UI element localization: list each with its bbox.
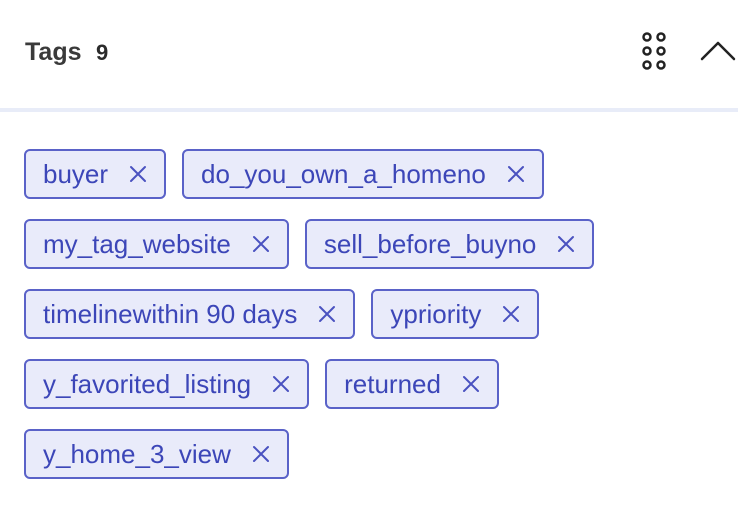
tag-chip: do_you_own_a_homeno (182, 149, 544, 199)
tag-row: buyer do_you_own_a_homeno (24, 147, 724, 201)
close-icon[interactable] (556, 234, 576, 254)
tag-chip: returned (325, 359, 499, 409)
tag-chip: sell_before_buyno (304, 219, 595, 269)
tag-row: timelinewithin 90 days ypriority (24, 287, 724, 341)
close-icon[interactable] (128, 164, 148, 184)
tags-panel-header: Tags 9 (0, 0, 738, 112)
close-icon[interactable] (251, 234, 271, 254)
tag-chip: my_tag_website (24, 219, 289, 269)
tag-chip: ypriority (371, 289, 540, 339)
tag-label: timelinewithin 90 days (43, 299, 298, 329)
tag-label: my_tag_website (43, 229, 231, 259)
tag-chip: timelinewithin 90 days (24, 289, 356, 339)
close-icon[interactable] (317, 304, 337, 324)
tag-row: y_favorited_listing returned (24, 357, 724, 411)
close-icon[interactable] (271, 374, 291, 394)
tag-label: returned (344, 369, 441, 399)
panel-title: Tags (25, 38, 82, 66)
tag-label: ypriority (390, 299, 482, 329)
tag-row: my_tag_website sell_before_buyno (24, 217, 724, 271)
tag-count: 9 (96, 40, 109, 65)
tag-chip: y_favorited_listing (24, 359, 310, 409)
tag-chip: buyer (24, 149, 167, 199)
tag-list: buyer do_you_own_a_homeno my_tag_website… (24, 147, 724, 497)
chevron-up-icon[interactable] (698, 34, 738, 68)
tag-label: y_home_3_view (43, 439, 231, 469)
close-icon[interactable] (251, 444, 271, 464)
grid-dots-icon[interactable] (636, 30, 672, 72)
tag-label: buyer (43, 159, 109, 189)
close-icon[interactable] (461, 374, 481, 394)
tag-chip: y_home_3_view (24, 429, 289, 479)
tag-label: do_you_own_a_homeno (201, 159, 486, 189)
close-icon[interactable] (501, 304, 521, 324)
tag-label: y_favorited_listing (43, 369, 252, 399)
close-icon[interactable] (506, 164, 526, 184)
tag-row: y_home_3_view (24, 427, 724, 481)
tag-label: sell_before_buyno (323, 229, 537, 259)
